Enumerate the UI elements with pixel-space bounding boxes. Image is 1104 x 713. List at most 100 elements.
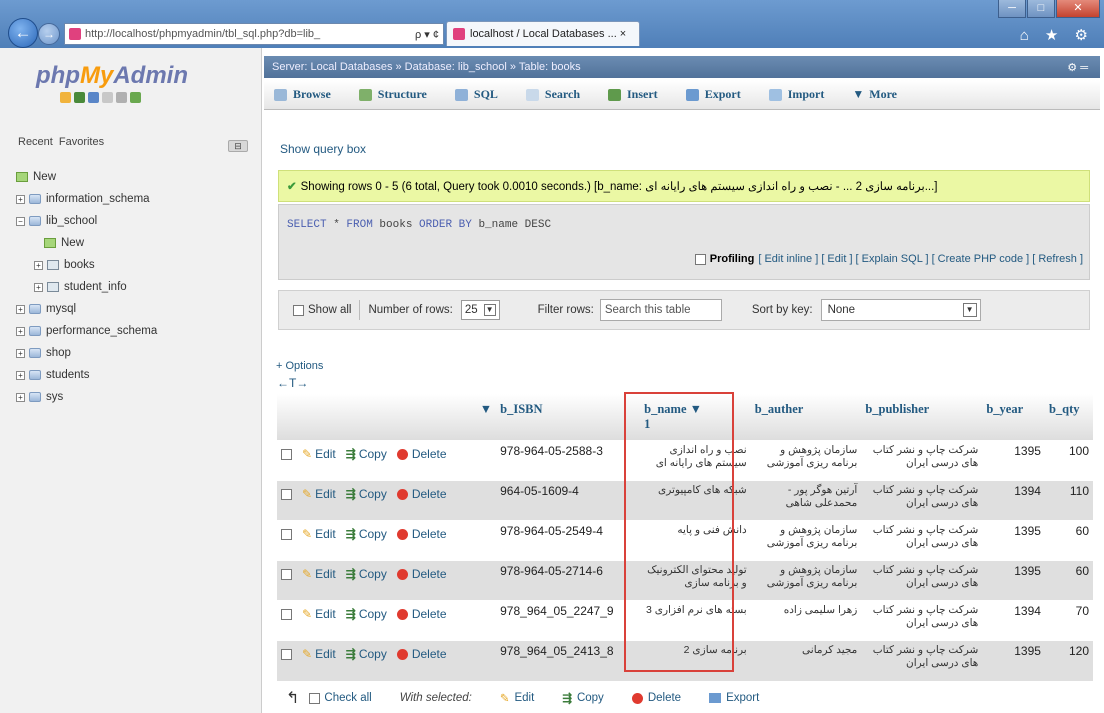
- cell-name[interactable]: نصب و راه اندازی سیستم های رایانه ای: [640, 440, 751, 481]
- cell-auther[interactable]: سازمان پژوهش و برنامه ریزی آموزشی: [750, 440, 862, 481]
- filter-rows-input[interactable]: Search this table: [599, 299, 722, 321]
- cell-isbn[interactable]: 978-964-05-2549-4: [496, 520, 641, 561]
- delete-link[interactable]: Delete: [412, 447, 447, 461]
- collapse-icon[interactable]: −: [16, 216, 25, 226]
- cell-isbn[interactable]: 978-964-05-2714-6: [496, 560, 641, 601]
- expand-icon[interactable]: +: [34, 260, 43, 270]
- tree-item-lib-school[interactable]: − lib_school: [16, 210, 157, 232]
- copy-link[interactable]: Copy: [359, 527, 387, 541]
- settings-icon[interactable]: [116, 92, 127, 103]
- show-query-box-link[interactable]: Show query box: [280, 142, 366, 156]
- tree-item-student-info[interactable]: + student_info: [16, 276, 157, 298]
- cell-year[interactable]: 1395: [982, 640, 1045, 681]
- cell-publisher[interactable]: شرکت چاپ و نشر کتاب های درسی ایران: [861, 560, 983, 601]
- cell-auther[interactable]: سازمان پژوهش و برنامه ریزی آموزشی: [750, 560, 862, 601]
- tree-item-sys[interactable]: + sys: [16, 386, 157, 408]
- copy-link[interactable]: Copy: [359, 567, 387, 581]
- cell-year[interactable]: 1394: [982, 600, 1045, 641]
- cell-publisher[interactable]: شرکت چاپ و نشر کتاب های درسی ایران: [861, 600, 983, 641]
- expand-icon[interactable]: +: [34, 282, 43, 292]
- cell-publisher[interactable]: شرکت چاپ و نشر کتاب های درسی ایران: [861, 520, 983, 561]
- cell-auther[interactable]: مجید کرمانی: [750, 640, 862, 681]
- tree-item-new[interactable]: New: [16, 166, 157, 188]
- column-header-b-isbn[interactable]: b_ISBN: [496, 394, 641, 441]
- expand-icon[interactable]: +: [16, 304, 25, 314]
- close-window-button[interactable]: ✕: [1056, 0, 1100, 18]
- options-link[interactable]: + Options: [276, 360, 323, 372]
- row-checkbox[interactable]: [281, 488, 292, 500]
- cell-qty[interactable]: 70: [1044, 600, 1093, 641]
- tab-sql[interactable]: SQL: [454, 87, 498, 102]
- tree-item-information-schema[interactable]: + information_schema: [16, 188, 157, 210]
- maximize-button[interactable]: □: [1027, 0, 1055, 18]
- cell-qty[interactable]: 120: [1044, 640, 1093, 681]
- tree-item-mysql[interactable]: + mysql: [16, 298, 157, 320]
- sql-action-links[interactable]: [ Edit inline ] [ Edit ] [ Explain SQL ]…: [758, 253, 1083, 265]
- edit-link[interactable]: Edit: [315, 447, 336, 461]
- row-checkbox[interactable]: [281, 608, 292, 620]
- breadcrumb-text[interactable]: Server: Local Databases » Database: lib_…: [272, 61, 581, 73]
- browser-toolbar-icons[interactable]: ⌂ ★ ⚙: [1020, 26, 1094, 44]
- cell-year[interactable]: 1395: [982, 520, 1045, 561]
- tab-import[interactable]: Import: [768, 87, 824, 102]
- tab-insert[interactable]: Insert: [608, 87, 658, 102]
- expand-icon[interactable]: +: [16, 326, 25, 336]
- profiling-checkbox[interactable]: [694, 253, 706, 265]
- recent-tab[interactable]: Recent: [18, 136, 53, 148]
- query-icon[interactable]: [88, 92, 99, 103]
- cell-isbn[interactable]: 978_964_05_2247_9: [496, 600, 641, 641]
- tab-search[interactable]: Search: [525, 87, 580, 102]
- delete-link[interactable]: Delete: [412, 567, 447, 581]
- delete-link[interactable]: Delete: [412, 487, 447, 501]
- forward-button[interactable]: →: [38, 23, 60, 45]
- reload-icon[interactable]: [130, 92, 141, 103]
- column-header-b-auther[interactable]: b_auther: [750, 394, 862, 441]
- expand-icon[interactable]: +: [16, 370, 25, 380]
- cell-name[interactable]: بسته های نرم افزاری 3: [640, 600, 751, 641]
- cell-year[interactable]: 1394: [982, 480, 1045, 521]
- tree-item-students[interactable]: + students: [16, 364, 157, 386]
- check-all-checkbox[interactable]: [309, 692, 321, 704]
- row-checkbox[interactable]: [281, 648, 292, 660]
- tree-item-shop[interactable]: + shop: [16, 342, 157, 364]
- copy-link[interactable]: Copy: [359, 647, 387, 661]
- bulk-export-button[interactable]: Export: [709, 692, 759, 704]
- number-of-rows-select[interactable]: 25 ▼: [460, 300, 500, 320]
- row-checkbox[interactable]: [281, 528, 292, 540]
- cell-auther[interactable]: سازمان پژوهش و برنامه ریزی آموزشی: [750, 520, 862, 561]
- tree-item-books[interactable]: + books: [16, 254, 157, 276]
- bulk-edit-button[interactable]: ✎ Edit: [500, 691, 534, 705]
- cell-qty[interactable]: 110: [1044, 480, 1093, 521]
- row-checkbox[interactable]: [281, 568, 292, 580]
- address-controls[interactable]: ρ ▾ ¢: [411, 28, 443, 41]
- cell-isbn[interactable]: 978-964-05-2588-3: [496, 440, 641, 481]
- tab-export[interactable]: Export: [685, 87, 741, 102]
- cell-publisher[interactable]: شرکت چاپ و نشر کتاب های درسی ایران: [861, 640, 983, 681]
- cell-qty[interactable]: 100: [1044, 440, 1093, 481]
- delete-link[interactable]: Delete: [412, 527, 447, 541]
- edit-link[interactable]: Edit: [315, 527, 336, 541]
- cell-name[interactable]: شبکه های کامپیوتری: [640, 480, 751, 521]
- cell-name[interactable]: تولید محتوای الکترونیک و برنامه سازی: [640, 560, 751, 601]
- delete-link[interactable]: Delete: [412, 607, 447, 621]
- sql-query-text[interactable]: SELECT * FROM books ORDER BY b_name DESC: [287, 219, 551, 231]
- cell-publisher[interactable]: شرکت چاپ و نشر کتاب های درسی ایران: [861, 440, 983, 481]
- favorites-tab[interactable]: Favorites: [59, 136, 104, 148]
- column-header-b-year[interactable]: b_year: [982, 394, 1045, 441]
- cell-qty[interactable]: 60: [1044, 520, 1093, 561]
- expand-icon[interactable]: +: [16, 348, 25, 358]
- show-all-checkbox[interactable]: [293, 304, 304, 316]
- minimize-button[interactable]: ─: [998, 0, 1026, 18]
- column-arrows-icon[interactable]: ←T→: [277, 376, 308, 390]
- edit-link[interactable]: Edit: [315, 647, 336, 661]
- bulk-delete-button[interactable]: Delete: [631, 692, 681, 704]
- cell-name[interactable]: برنامه سازی 2: [640, 640, 751, 681]
- copy-link[interactable]: Copy: [359, 487, 387, 501]
- expand-icon[interactable]: +: [16, 392, 25, 402]
- phpmyadmin-logo[interactable]: phpMyAdmin: [36, 62, 188, 90]
- edit-link[interactable]: Edit: [315, 567, 336, 581]
- cell-publisher[interactable]: شرکت چاپ و نشر کتاب های درسی ایران: [861, 480, 983, 521]
- edit-link[interactable]: Edit: [315, 607, 336, 621]
- back-button[interactable]: ←: [8, 18, 38, 48]
- edit-link[interactable]: Edit: [315, 487, 336, 501]
